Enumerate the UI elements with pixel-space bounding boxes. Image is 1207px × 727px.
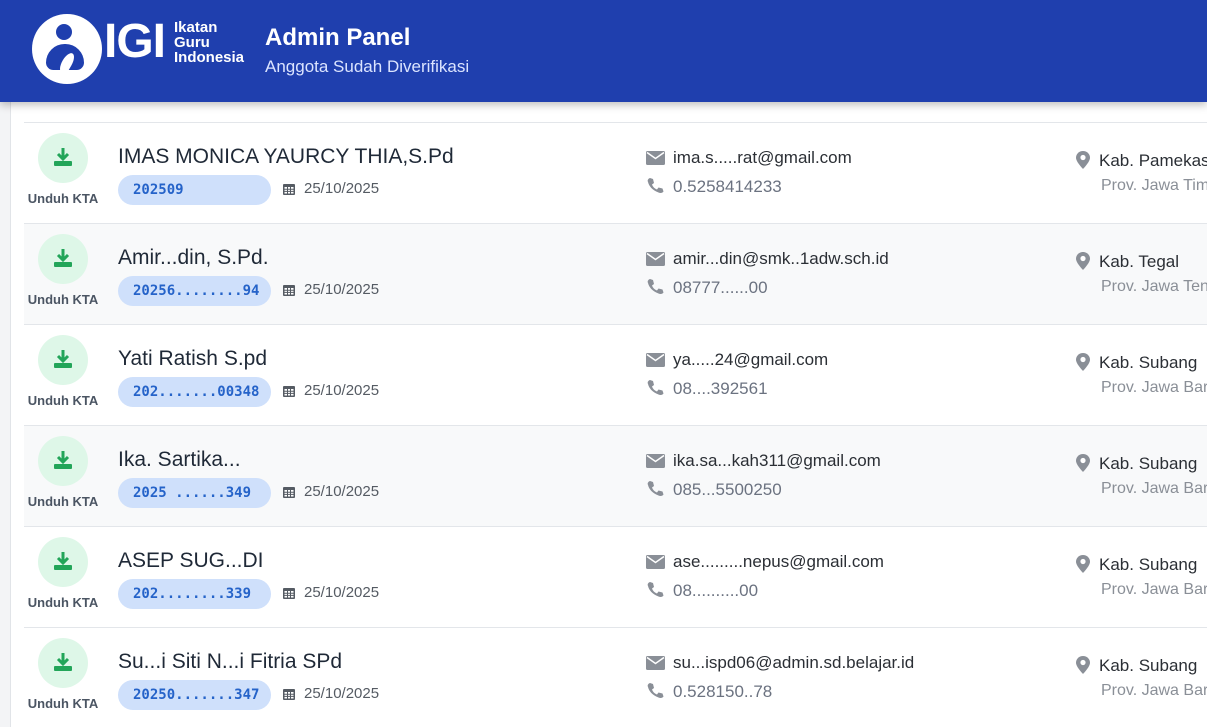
phone-icon [647, 582, 664, 598]
registration-date: 25/10/2025 [304, 584, 380, 601]
header-bar: IGI Ikatan Guru Indonesia Admin Panel An… [0, 0, 1207, 102]
download-kta-button[interactable]: Unduh KTA [24, 638, 102, 711]
member-row: Unduh KTA Ika. Sartika... 2025 ......349… [24, 425, 1207, 526]
download-icon [54, 653, 72, 671]
member-phone: 08....392561 [673, 379, 768, 398]
member-name: Su...i Siti N...i Fitria SPd [118, 650, 343, 673]
envelope-icon [646, 555, 665, 569]
download-label: Unduh KTA [27, 494, 99, 509]
download-icon [54, 249, 72, 267]
download-kta-button[interactable]: Unduh KTA [24, 335, 102, 408]
member-phone: 0.528150..78 [673, 682, 773, 701]
member-id-badge: 202........339 [118, 579, 271, 609]
member-email: su...ispd06@admin.sd.belajar.id [673, 653, 915, 672]
map-pin-icon [1076, 656, 1090, 674]
phone-icon [647, 178, 664, 194]
calendar-icon [283, 285, 295, 296]
phone-icon [647, 380, 664, 396]
envelope-icon [646, 252, 665, 266]
calendar-icon [283, 487, 295, 498]
download-kta-button[interactable]: Unduh KTA [24, 133, 102, 206]
member-row: Unduh KTA ASEP SUG...DI 202........339 2… [24, 526, 1207, 627]
member-phone: 08777......00 [673, 278, 768, 297]
page-title: Admin Panel [265, 24, 411, 51]
map-pin-icon [1076, 252, 1090, 270]
page-subtitle: Anggota Sudah Diverifikasi [265, 57, 470, 76]
calendar-icon [283, 689, 295, 700]
download-kta-button[interactable]: Unduh KTA [24, 436, 102, 509]
member-id-badge: 202.......00348 [118, 377, 271, 407]
map-pin-icon [1076, 555, 1090, 573]
phone-icon [647, 683, 664, 699]
member-id-badge: 20256........94 [118, 276, 271, 306]
map-pin-icon [1076, 454, 1090, 472]
map-pin-icon [1076, 353, 1090, 371]
member-phone: 085...5500250 [673, 480, 782, 499]
member-email: amir...din@smk..1adw.sch.id [673, 249, 889, 268]
member-province: Prov. Jawa Barat [1101, 480, 1207, 497]
member-province: Prov. Jawa Barat [1101, 581, 1207, 598]
member-name: Amir...din, S.Pd. [118, 246, 269, 269]
phone-icon [647, 279, 664, 295]
member-row: Unduh KTA IMAS MONICA YAURCY THIA,S.Pd 2… [24, 122, 1207, 223]
teacher-emblem-icon [32, 14, 102, 84]
member-list-panel: Unduh KTA IMAS MONICA YAURCY THIA,S.Pd 2… [10, 96, 1207, 727]
member-regency: Kab. Subang [1099, 454, 1198, 473]
logo-subtext: Ikatan Guru Indonesia [174, 19, 245, 66]
download-kta-button[interactable]: Unduh KTA [24, 537, 102, 610]
download-icon [54, 552, 72, 570]
calendar-icon [283, 588, 295, 599]
download-icon [54, 148, 72, 166]
envelope-icon [646, 151, 665, 165]
envelope-icon [646, 353, 665, 367]
member-email: ika.sa...kah311@gmail.com [673, 451, 881, 470]
download-kta-button[interactable]: Unduh KTA [24, 234, 102, 307]
registration-date: 25/10/2025 [304, 483, 380, 500]
member-phone: 08..........00 [673, 581, 759, 600]
download-label: Unduh KTA [27, 595, 99, 610]
logo-wordmark: IGI [104, 15, 166, 68]
member-name: ASEP SUG...DI [118, 549, 264, 572]
member-row: Unduh KTA Yati Ratish S.pd 202.......003… [24, 324, 1207, 425]
member-phone: 0.5258414233 [673, 177, 782, 196]
registration-date: 25/10/2025 [304, 180, 380, 197]
member-regency: Kab. Subang [1099, 353, 1198, 372]
download-label: Unduh KTA [27, 393, 99, 408]
member-province: Prov. Jawa Barat [1101, 379, 1207, 396]
member-name: IMAS MONICA YAURCY THIA,S.Pd [118, 145, 454, 168]
envelope-icon [646, 656, 665, 670]
download-icon [54, 451, 72, 469]
registration-date: 25/10/2025 [304, 281, 380, 298]
member-regency: Kab. Pamekasan [1099, 151, 1207, 170]
member-name: Ika. Sartika... [118, 448, 241, 471]
member-regency: Kab. Tegal [1099, 252, 1180, 271]
member-email: ima.s.....rat@gmail.com [673, 148, 852, 167]
igi-logo: IGI Ikatan Guru Indonesia [30, 12, 250, 86]
member-province: Prov. Jawa Tengah [1101, 278, 1207, 295]
registration-date: 25/10/2025 [304, 685, 380, 702]
download-icon [54, 350, 72, 368]
member-regency: Kab. Subang [1099, 656, 1198, 675]
download-label: Unduh KTA [27, 696, 99, 711]
map-pin-icon [1076, 151, 1090, 169]
member-id-badge: 202509 [118, 175, 271, 205]
member-province: Prov. Jawa Barat [1101, 682, 1207, 699]
member-regency: Kab. Subang [1099, 555, 1198, 574]
member-email: ya.....24@gmail.com [673, 350, 829, 369]
calendar-icon [283, 184, 295, 195]
member-id-badge: 20250.......347 [118, 680, 271, 710]
member-name: Yati Ratish S.pd [118, 347, 268, 370]
member-row: Unduh KTA Amir...din, S.Pd. 20256.......… [24, 223, 1207, 324]
member-province: Prov. Jawa Timur [1101, 177, 1207, 194]
phone-icon [647, 481, 664, 497]
member-email: ase.........nepus@gmail.com [673, 552, 884, 571]
envelope-icon [646, 454, 665, 468]
download-label: Unduh KTA [27, 292, 99, 307]
member-row: Unduh KTA Su...i Siti N...i Fitria SPd 2… [24, 627, 1207, 727]
download-label: Unduh KTA [27, 191, 99, 206]
member-id-badge: 2025 ......349 [118, 478, 271, 508]
registration-date: 25/10/2025 [304, 382, 380, 399]
calendar-icon [283, 386, 295, 397]
